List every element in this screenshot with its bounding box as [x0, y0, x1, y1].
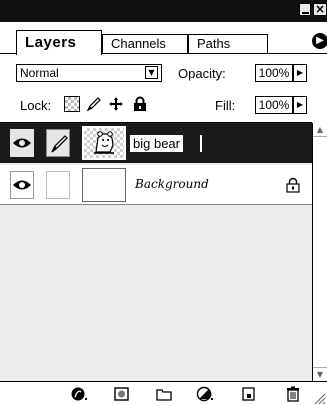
- layer-list[interactable]: big bear Background: [0, 123, 312, 381]
- lock-image-brush-icon[interactable]: [86, 96, 102, 112]
- opacity-label: Opacity:: [178, 66, 226, 81]
- fill-input[interactable]: 100%: [255, 96, 293, 114]
- lock-all-icon[interactable]: [132, 96, 148, 112]
- text-cursor: [200, 135, 202, 152]
- lock-position-move-icon[interactable]: [108, 96, 124, 112]
- lock-fill-row: Lock: Fill: 100% ▶: [0, 92, 327, 118]
- layer-style-icon[interactable]: [70, 386, 88, 402]
- tab-channels[interactable]: Channels: [102, 34, 188, 54]
- eye-icon: [13, 180, 31, 190]
- tab-layers[interactable]: Layers: [16, 30, 102, 55]
- layer-name: Background: [135, 177, 209, 191]
- link-brush-toggle[interactable]: [46, 129, 70, 157]
- scroll-down-arrow-icon[interactable]: ▼: [313, 367, 327, 381]
- layer-name-input[interactable]: big bear: [130, 135, 183, 152]
- adjustment-layer-icon[interactable]: [196, 386, 214, 402]
- tab-paths[interactable]: Paths: [188, 34, 268, 54]
- lock-label: Lock:: [20, 98, 52, 113]
- layer-thumbnail[interactable]: [82, 126, 126, 160]
- paintbrush-icon: [51, 135, 68, 153]
- layer-row-background[interactable]: Background: [0, 165, 312, 205]
- blend-mode-value: Normal: [20, 66, 59, 80]
- scroll-up-arrow-icon[interactable]: ▲: [313, 123, 327, 137]
- opacity-slider-button[interactable]: ▶: [293, 64, 307, 82]
- palette-title-bar[interactable]: ×: [0, 0, 327, 22]
- palette-tab-row: Layers Channels Paths ▶: [0, 22, 327, 55]
- visibility-toggle[interactable]: [10, 129, 34, 157]
- new-layer-icon[interactable]: [240, 386, 258, 402]
- link-brush-toggle[interactable]: [46, 171, 70, 199]
- resize-grip-icon[interactable]: [312, 386, 327, 406]
- palette-menu-button[interactable]: ▶: [312, 33, 327, 49]
- blend-opacity-row: Normal ▼ Opacity: 100% ▶: [0, 60, 327, 86]
- opacity-input[interactable]: 100%: [255, 64, 293, 82]
- minimize-button[interactable]: [299, 3, 311, 16]
- close-button[interactable]: ×: [313, 3, 327, 16]
- bear-thumbnail-icon: [94, 131, 114, 154]
- layer-list-scrollbar[interactable]: ▲ ▼: [312, 123, 327, 385]
- layers-palette: × Layers Channels Paths ▶ Normal ▼ Opaci…: [0, 0, 327, 406]
- palette-bottom-bar: [0, 381, 327, 406]
- mask-icon[interactable]: [113, 386, 131, 402]
- eye-icon: [13, 138, 31, 148]
- layer-thumbnail[interactable]: [82, 168, 126, 202]
- fill-label: Fill:: [215, 98, 236, 113]
- triangle-menu-icon: ▶: [316, 35, 324, 46]
- trash-icon[interactable]: [284, 386, 302, 402]
- lock-icon: [286, 177, 300, 193]
- folder-icon[interactable]: [155, 386, 173, 402]
- blend-mode-select[interactable]: Normal ▼: [16, 64, 162, 82]
- lock-transparency-icon[interactable]: [64, 96, 80, 112]
- visibility-toggle[interactable]: [10, 171, 34, 199]
- fill-slider-button[interactable]: ▶: [293, 96, 307, 114]
- layer-row-big-bear[interactable]: big bear: [0, 123, 312, 163]
- chevron-down-icon[interactable]: ▼: [145, 66, 158, 79]
